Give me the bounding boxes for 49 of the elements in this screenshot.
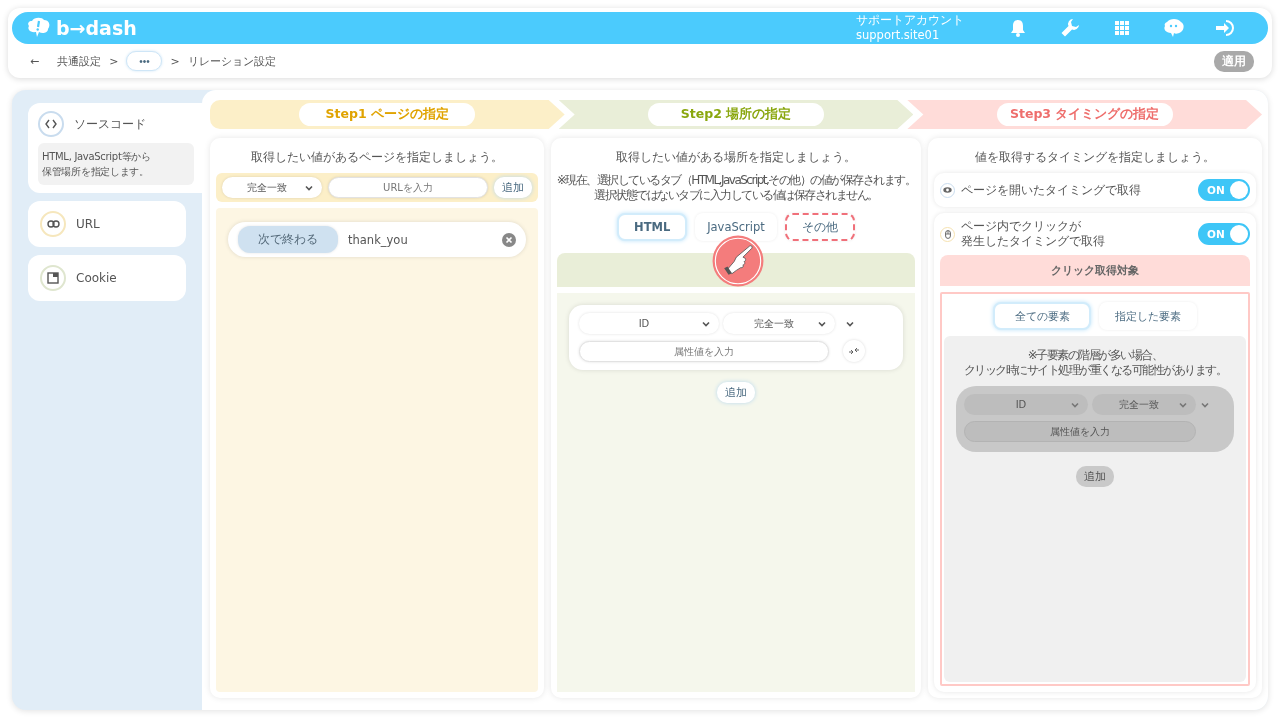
- timing-option-label: 発生したタイミングで取得: [961, 234, 1106, 249]
- logo-text: b→dash: [56, 17, 137, 39]
- account-id: support.site01: [856, 28, 941, 43]
- breadcrumb-separator: >: [109, 54, 119, 68]
- step-label: Step3 タイミングの指定: [996, 103, 1173, 126]
- add-button[interactable]: 追加: [717, 382, 755, 403]
- account-label: サポートアカウント: [856, 13, 964, 28]
- breadcrumb-current: リレーション設定: [187, 53, 276, 69]
- warning-note: クリック時にサイト処理が重くなる可能性があります。: [963, 363, 1227, 378]
- add-button[interactable]: 追加: [494, 177, 532, 198]
- breadcrumb-link[interactable]: 共通設定: [57, 53, 102, 69]
- window-icon: [40, 265, 66, 291]
- sidebar-item-description: HTML, JavaScript等から: [42, 150, 152, 164]
- sidebar-item-label: URL: [76, 217, 100, 231]
- condition-value: thank_you: [348, 232, 409, 247]
- match-select[interactable]: 完全一致: [723, 313, 835, 334]
- breadcrumb-separator: >: [170, 54, 180, 68]
- clear-icon[interactable]: [502, 232, 516, 247]
- sidebar-item-label: ソースコード: [74, 115, 146, 133]
- warning-note: ※子要素の階層が多い場合、: [1027, 348, 1163, 363]
- logo-icon: [26, 17, 52, 39]
- pointing-hand-icon: [712, 235, 764, 287]
- sidebar-item[interactable]: URL: [28, 201, 186, 247]
- url-input-field[interactable]: URLを入力: [328, 177, 488, 198]
- attribute-select[interactable]: ID: [579, 313, 719, 334]
- back-link[interactable]: ←: [30, 54, 40, 68]
- step-label: Step1 ページの指定: [299, 103, 476, 126]
- sidebar-item[interactable]: Cookie: [28, 255, 186, 301]
- swap-icon[interactable]: [843, 340, 865, 362]
- step-label: Step2 場所の指定: [648, 103, 824, 126]
- panel-note: 選択状態ではないタブに入力している値は保存されません。: [594, 188, 878, 203]
- panel-heading: 取得したい値があるページを指定しましょう。: [250, 149, 504, 166]
- source-tab[interactable]: HTML: [617, 213, 688, 241]
- link-icon: [40, 211, 66, 237]
- panel-heading: 値を取得するタイミングを指定しましょう。: [974, 149, 1216, 166]
- source-tab[interactable]: その他: [784, 213, 855, 241]
- condition-match-tag: 次で終わる: [238, 226, 338, 253]
- source-tab[interactable]: JavaScript: [695, 213, 777, 241]
- click-target-title: クリック取得対象: [940, 255, 1250, 286]
- timing-option-label: ページ内でクリックが: [961, 219, 1082, 234]
- timing-option-label: ページを開いたタイミングで取得: [961, 182, 1142, 198]
- match-select[interactable]: 完全一致: [222, 177, 322, 198]
- more-button[interactable]: •••: [126, 51, 163, 71]
- panel-note: ※現在、選択しているタブ（HTML,JavaScript,その他）の値が保存されます。: [556, 173, 916, 188]
- code-icon: [38, 111, 64, 137]
- sidebar-item-label: Cookie: [76, 271, 117, 285]
- sidebar-item-description: 保管場所を指定します。: [42, 165, 150, 179]
- sidebar-item[interactable]: ソースコード HTML, JavaScript等から 保管場所を指定します。: [28, 103, 202, 193]
- panel-heading: 取得したい値がある場所を指定しましょう。: [615, 149, 857, 166]
